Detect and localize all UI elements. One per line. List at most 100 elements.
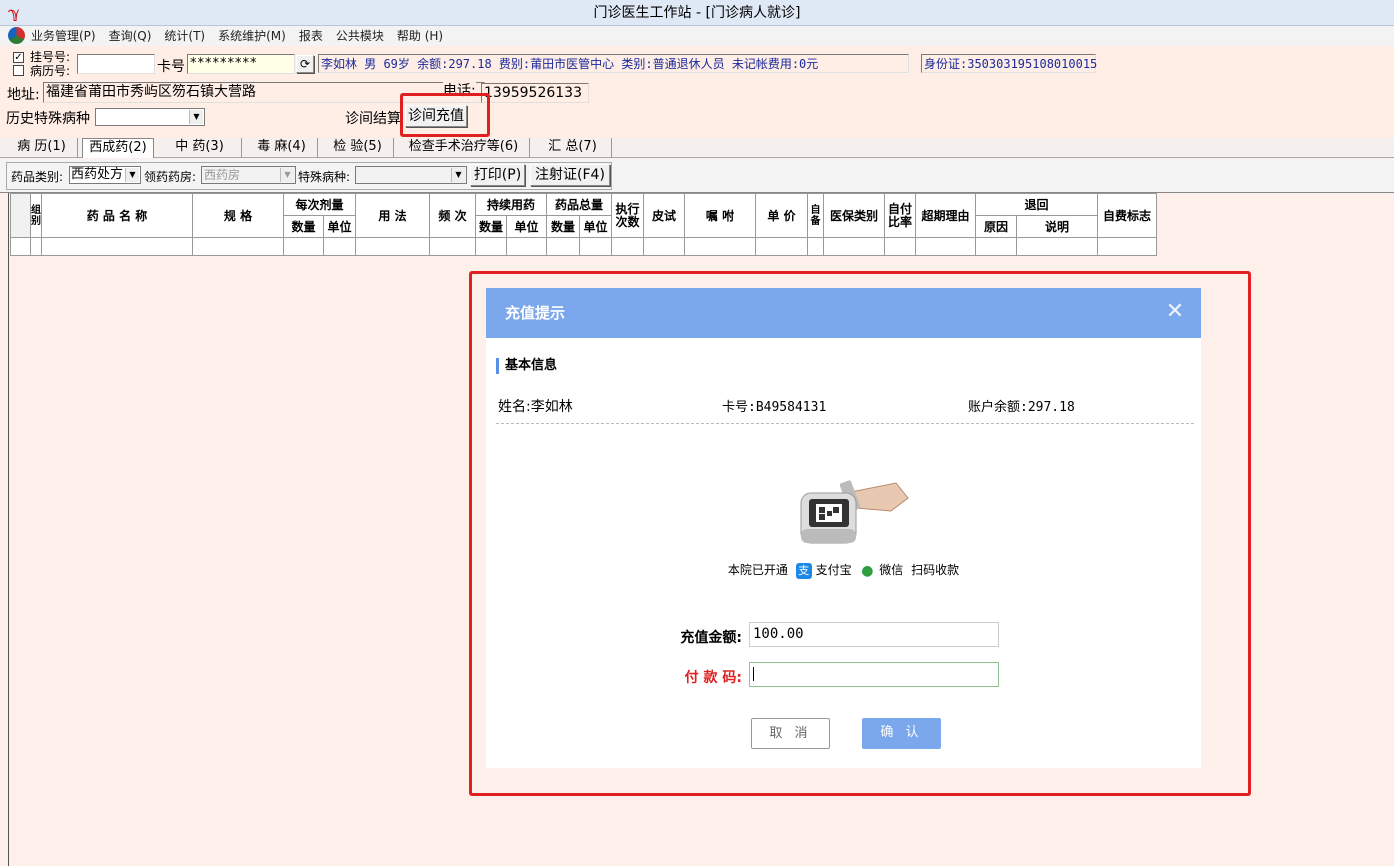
category-label: 药品类别: [11,170,64,184]
col-total: 药品总量 [546,193,612,216]
tab-exam-surgery[interactable]: 检查手术治疗等(6) [398,138,530,158]
col-insurance: 医保类别 [823,193,885,238]
recharge-highlight [400,93,490,137]
table-cell[interactable] [475,237,507,256]
col-cont-qty: 数量 [475,215,507,238]
table-cell[interactable] [915,237,976,256]
tab-western-medicine[interactable]: 西成药(2) [82,138,154,158]
print-button[interactable]: 打印(P) [470,164,525,186]
table-cell[interactable] [355,237,430,256]
patient-name: 姓名:李如林 [498,399,573,415]
menu-system[interactable]: 系统维护(M) [218,26,286,46]
patient-info: 李如林 男 69岁 余额:297.18 费别:莆田市医管中心 类别:普通退休人员… [318,54,909,73]
table-row[interactable] [10,237,1157,256]
drug-table: 组别 药 品 名 称 规 格 每次剂量 用 法 频 次 持续用药 药品总量 执行… [10,193,1157,256]
special-label: 特殊病种: [298,170,351,184]
recharge-dialog: 充值提示 ✕ 基本信息 姓名:李如林 卡号:B49584131 账户余额:297… [486,288,1201,768]
col-return: 退回 [975,193,1098,216]
table-cell[interactable] [643,237,685,256]
alipay-label: 支付宝 [815,563,852,577]
col-dose: 每次剂量 [283,193,356,216]
menu-bar: 业务管理(P) 查询(Q) 统计(T) 系统维护(M) 报表 公共模块 帮助 (… [0,26,1394,46]
chevron-down-icon: ▼ [189,110,203,124]
table-cell[interactable] [755,237,808,256]
record-checkbox[interactable] [13,65,24,76]
patient-panel: ✓ 挂号号: 病历号: 卡号 ********* ⟳ 李如林 男 69岁 余额:… [0,46,1394,138]
tab-narcotics[interactable]: 毒 麻(4) [246,138,318,158]
card-reader-icon[interactable]: ⟳ [296,55,314,73]
table-cell[interactable] [823,237,885,256]
qr-scanner-icon [800,480,909,544]
settle-button[interactable]: 诊间结算 [345,108,401,128]
category-select[interactable]: 西药处方 ▼ [69,166,141,184]
table-cell[interactable] [429,237,476,256]
history-select[interactable]: ▼ [95,108,205,126]
tab-chinese-medicine[interactable]: 中 药(3) [158,138,242,158]
table-cell[interactable] [611,237,644,256]
payment-methods: 本院已开通 支 支付宝 ● 微信 扫码收款 [486,561,1201,579]
amount-label: 充值金额: [680,630,742,646]
special-select[interactable]: ▼ [355,166,467,184]
table-cell[interactable] [884,237,916,256]
col-frequency: 频 次 [429,193,476,238]
col-return-note: 说明 [1016,215,1098,238]
table-cell[interactable] [1016,237,1098,256]
reg-number-input[interactable] [77,54,155,74]
row-indicator [10,237,31,256]
table-cell[interactable] [41,237,193,256]
record-label: 病历号: [30,64,71,78]
menu-query[interactable]: 查询(Q) [109,26,152,46]
tab-lab-test[interactable]: 检 验(5) [322,138,394,158]
table-cell[interactable] [283,237,324,256]
category-value: 西药处方 [71,167,124,182]
phone-input[interactable]: 13959526133 [481,83,589,103]
row-indicator-header [10,193,31,238]
col-skin-test: 皮试 [643,193,685,238]
table-cell[interactable] [192,237,284,256]
table-cell[interactable] [506,237,547,256]
address-label: 地址: [7,87,40,103]
dialog-header: 充值提示 ✕ [486,288,1201,338]
confirm-button[interactable]: 确 认 [862,718,941,749]
menu-help[interactable]: 帮助 (H) [397,26,443,46]
table-cell[interactable] [546,237,580,256]
drug-toolbar: 药品类别: 西药处方 ▼ 领药药房: 西药房 ▼ 特殊病种: ▼ 打印(P) 注… [0,159,1394,193]
chevron-down-icon: ▼ [451,168,465,182]
pay-suffix: 扫码收款 [911,563,960,577]
table-cell[interactable] [975,237,1017,256]
col-self-pay: 自付比率 [884,193,916,238]
col-spec: 规 格 [192,193,284,238]
card-number: 卡号:B49584131 [722,400,827,415]
col-cont-unit: 单位 [506,215,547,238]
menu-business[interactable]: 业务管理(P) [31,26,96,46]
amount-input[interactable]: 100.00 [749,622,999,647]
col-usage: 用 法 [355,193,430,238]
history-label: 历史特殊病种 [6,111,90,127]
col-dose-unit: 单位 [323,215,356,238]
table-cell[interactable] [579,237,612,256]
patient-id: 身份证:350303195108010015 [921,54,1097,73]
pay-prefix: 本院已开通 [727,563,788,577]
paycode-input[interactable] [749,662,999,687]
chevron-down-icon: ▼ [280,168,294,182]
close-icon[interactable]: ✕ [1165,301,1185,325]
tab-medical-record[interactable]: 病 历(1) [6,138,78,158]
pharmacy-select[interactable]: 西药房 ▼ [201,166,296,184]
wechat-label: 微信 [879,563,904,577]
table-cell[interactable] [807,237,824,256]
col-price: 单 价 [755,193,808,238]
col-self-fee: 自费标志 [1097,193,1157,238]
card-input[interactable]: ********* [187,54,295,74]
menu-statistics[interactable]: 统计(T) [164,26,205,46]
menu-reports[interactable]: 报表 [299,26,323,46]
table-cell[interactable] [684,237,756,256]
table-cell[interactable] [1097,237,1157,256]
section-title: 基本信息 [496,358,557,374]
injection-button[interactable]: 注射证(F4) [530,164,610,186]
table-cell[interactable] [323,237,356,256]
table-cell[interactable] [30,237,42,256]
reg-checkbox[interactable]: ✓ [13,52,24,63]
tab-summary[interactable]: 汇 总(7) [534,138,612,158]
cancel-button[interactable]: 取 消 [751,718,830,749]
menu-public[interactable]: 公共模块 [336,26,384,46]
